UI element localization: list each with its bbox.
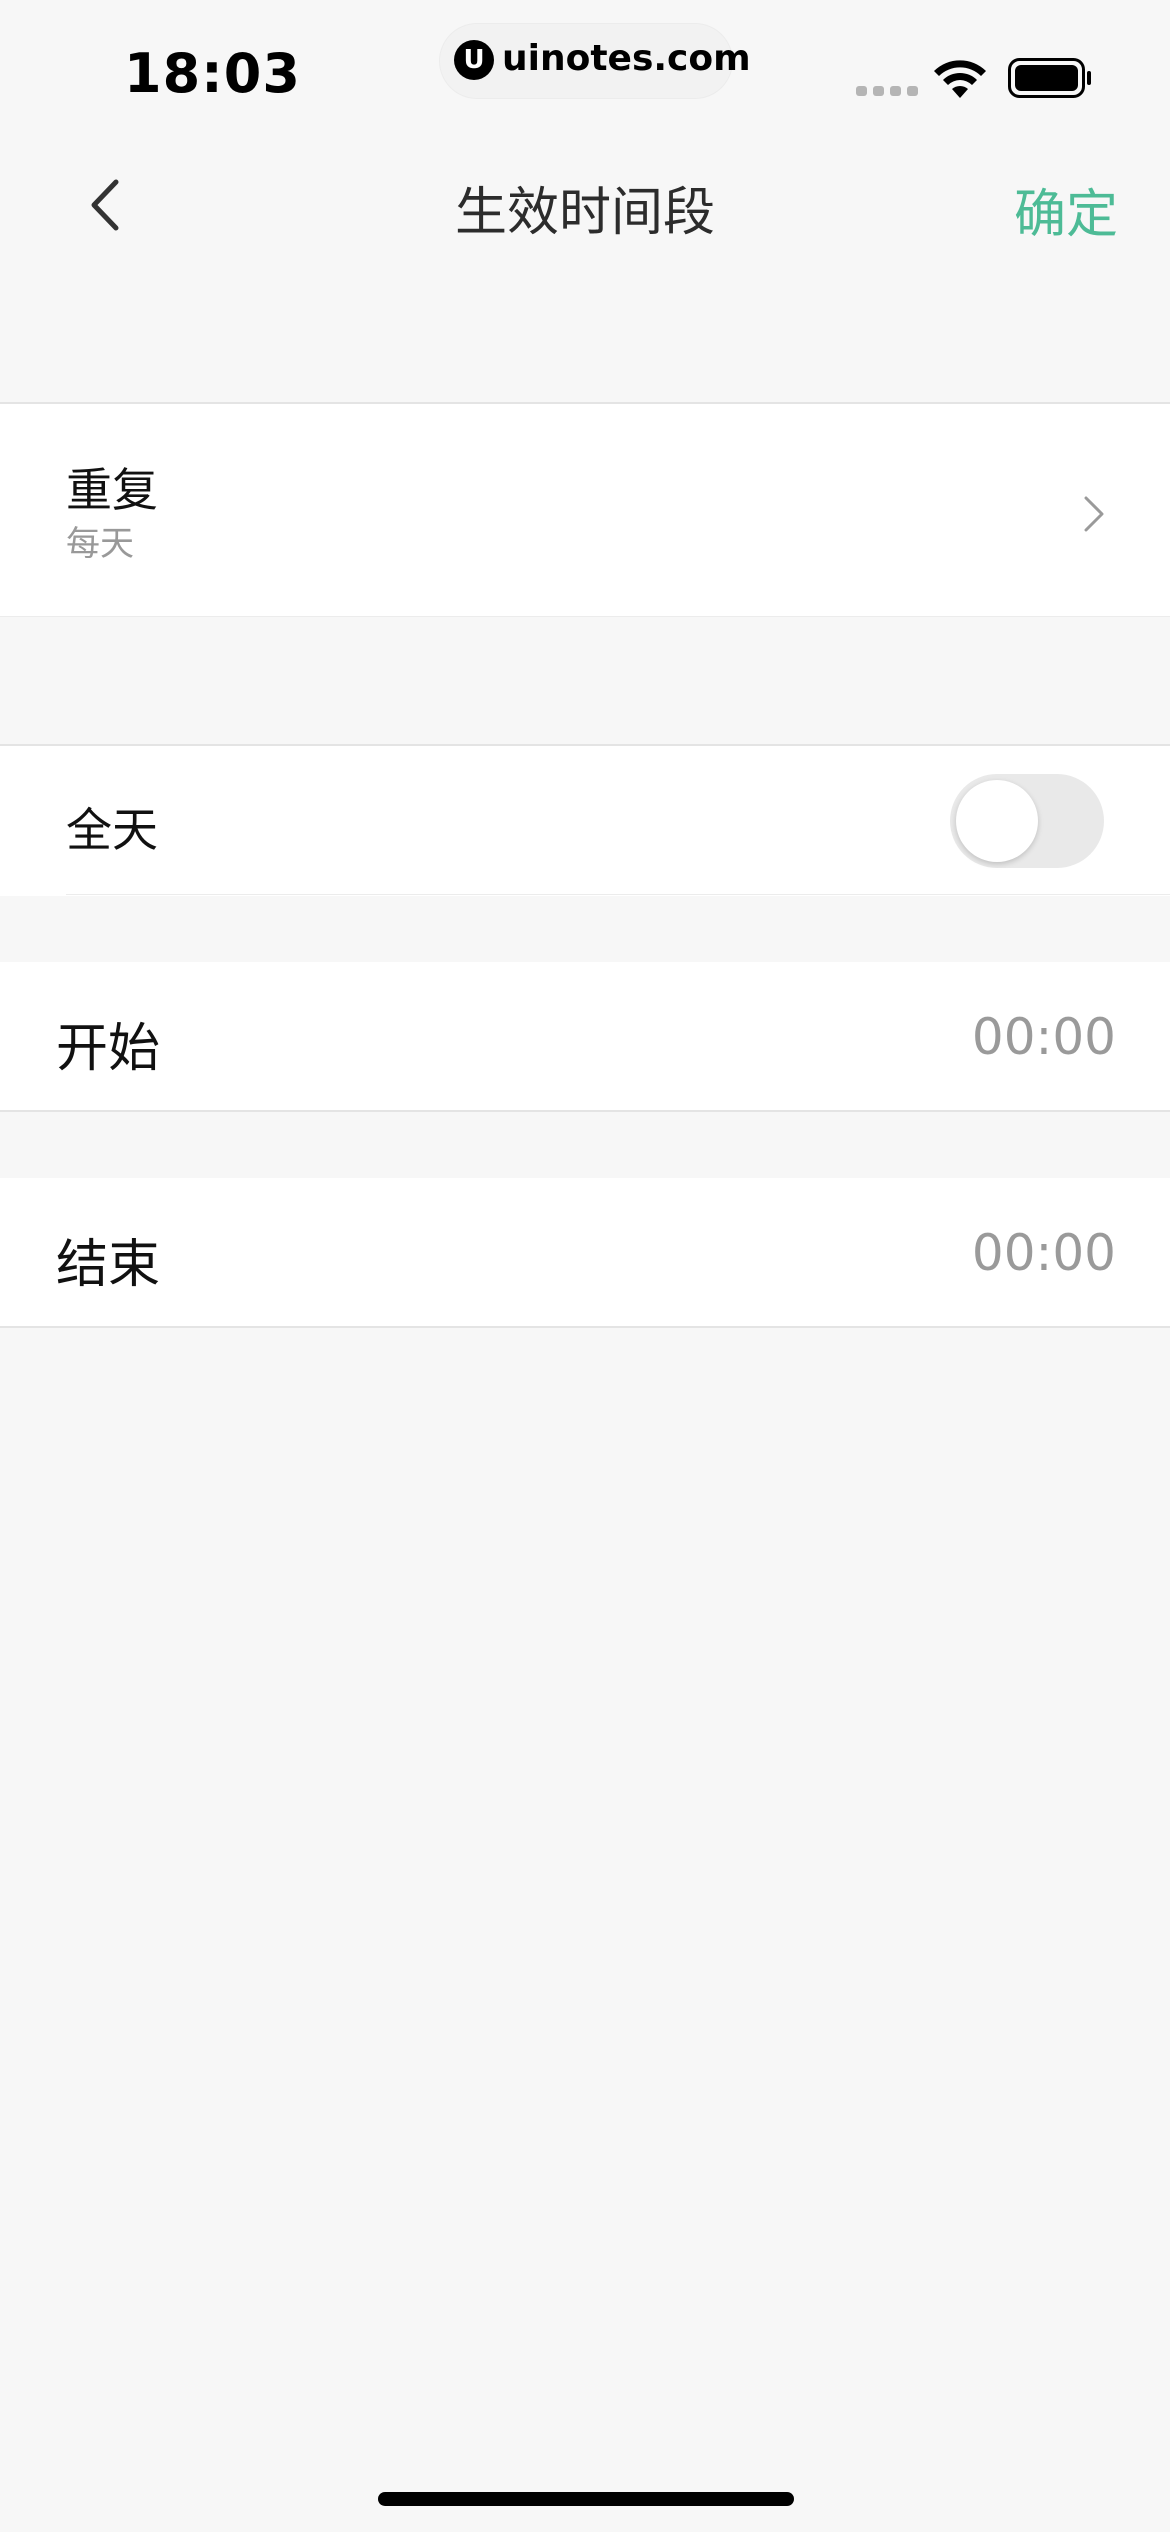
end-time-label: 结束 [56,1235,161,1295]
repeat-label: 重复 [66,463,158,517]
repeat-row[interactable]: 重复 每天 [0,402,1170,617]
navigation-bar: 生效时间段 确定 [0,140,1170,270]
cellular-signal-icon [856,86,918,96]
confirm-button[interactable]: 确定 [1014,172,1118,247]
end-time-value: 00:00 [971,1224,1116,1282]
url-pill[interactable]: U uinotes.com [440,24,751,98]
end-time-row[interactable]: 结束 00:00 [0,1178,1170,1328]
start-time-row[interactable]: 开始 00:00 [0,962,1170,1112]
site-logo-icon: U [454,40,494,80]
wifi-icon [934,60,986,98]
chevron-right-icon [1084,496,1104,532]
repeat-value: 每天 [66,524,134,564]
all-day-label: 全天 [66,803,158,857]
all-day-row: 全天 [0,744,1170,896]
start-time-label: 开始 [56,1019,161,1079]
url-text: uinotes.com [502,38,751,79]
all-day-toggle[interactable] [950,774,1104,868]
battery-icon [1008,58,1091,98]
toggle-knob [956,780,1038,862]
start-time-value: 00:00 [971,1008,1116,1066]
divider [66,894,1170,895]
status-bar: 18:03 U uinotes.com [0,0,1170,140]
home-indicator [378,2492,794,2506]
status-time: 18:03 [124,42,301,105]
page-title: 生效时间段 [454,183,715,243]
